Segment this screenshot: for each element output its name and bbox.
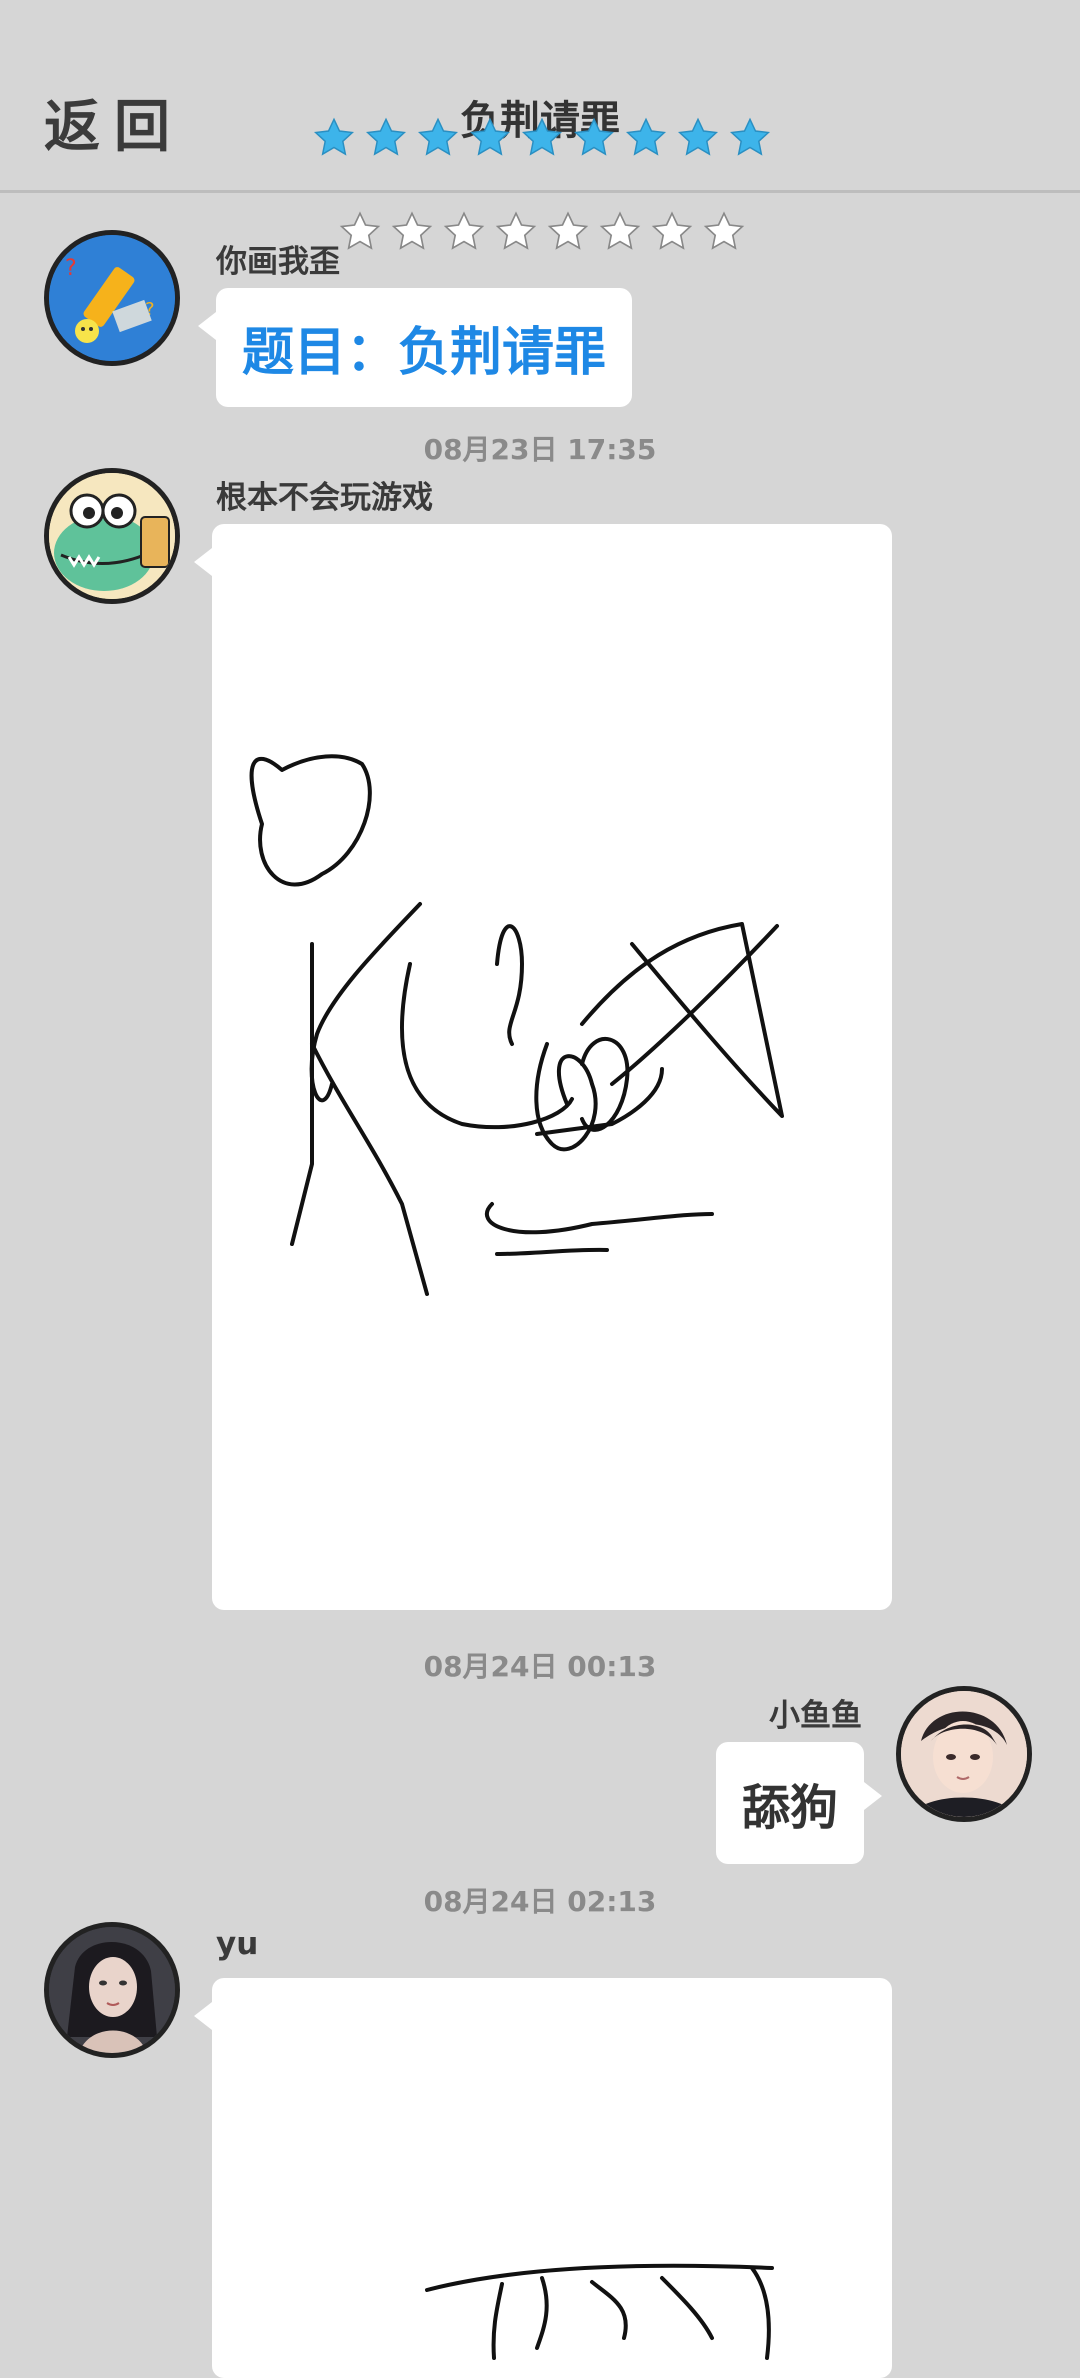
star-outline-icon[interactable] xyxy=(650,210,694,254)
sender-name: 小鱼鱼 xyxy=(769,1698,862,1734)
star-icon[interactable] xyxy=(624,116,668,160)
star-icon[interactable] xyxy=(728,116,772,160)
drawing-bubble[interactable] xyxy=(194,524,892,1610)
drawing-bubble[interactable] xyxy=(194,1978,892,2378)
timestamp: 08月24日 00:13 xyxy=(423,1650,657,1683)
star-outline-icon[interactable] xyxy=(494,210,538,254)
sender-name: 你画我歪 xyxy=(216,244,340,280)
star-icon[interactable] xyxy=(468,116,512,160)
star-icon[interactable] xyxy=(676,116,720,160)
avatar[interactable] xyxy=(44,468,180,604)
star-outline-icon[interactable] xyxy=(442,210,486,254)
star-outline-icon[interactable] xyxy=(338,210,382,254)
avatar[interactable] xyxy=(896,1686,1032,1822)
star-outline-icon[interactable] xyxy=(702,210,746,254)
drawing-canvas xyxy=(249,754,784,1296)
topic-bubble: 题目：负荆请罪 xyxy=(197,288,633,407)
message-bubble: 舔狗 xyxy=(715,1742,883,1864)
timestamp: 08月24日 02:13 xyxy=(423,1885,657,1918)
star-outline-icon[interactable] xyxy=(390,210,434,254)
message-text: 舔狗 xyxy=(741,1780,838,1836)
star-icon[interactable] xyxy=(312,116,356,160)
star-outline-icon[interactable] xyxy=(598,210,642,254)
male-portrait-avatar-icon xyxy=(901,1691,1027,1817)
topic-text: 题目：负荆请罪 xyxy=(242,323,607,383)
crocodile-avatar-icon xyxy=(49,473,175,599)
star-icon[interactable] xyxy=(364,116,408,160)
svg-text:?: ? xyxy=(65,256,77,281)
rating-stars-empty[interactable] xyxy=(338,210,746,254)
star-icon[interactable] xyxy=(572,116,616,160)
avatar[interactable]: ? ? xyxy=(44,230,180,366)
star-outline-icon[interactable] xyxy=(546,210,590,254)
rating-stars-filled[interactable] xyxy=(312,116,772,160)
star-icon[interactable] xyxy=(416,116,460,160)
sender-name: yu xyxy=(216,1926,259,1962)
star-icon[interactable] xyxy=(520,116,564,160)
sender-name: 根本不会玩游戏 xyxy=(216,480,433,516)
avatar[interactable] xyxy=(44,1922,180,2058)
timestamp: 08月23日 17:35 xyxy=(423,433,657,466)
pencil-mascot-icon: ? ? xyxy=(49,235,175,361)
drawing-canvas xyxy=(425,2263,774,2360)
female-portrait-avatar-icon xyxy=(49,1927,175,2053)
top-bar: 返回 负荆请罪 xyxy=(0,0,1080,193)
